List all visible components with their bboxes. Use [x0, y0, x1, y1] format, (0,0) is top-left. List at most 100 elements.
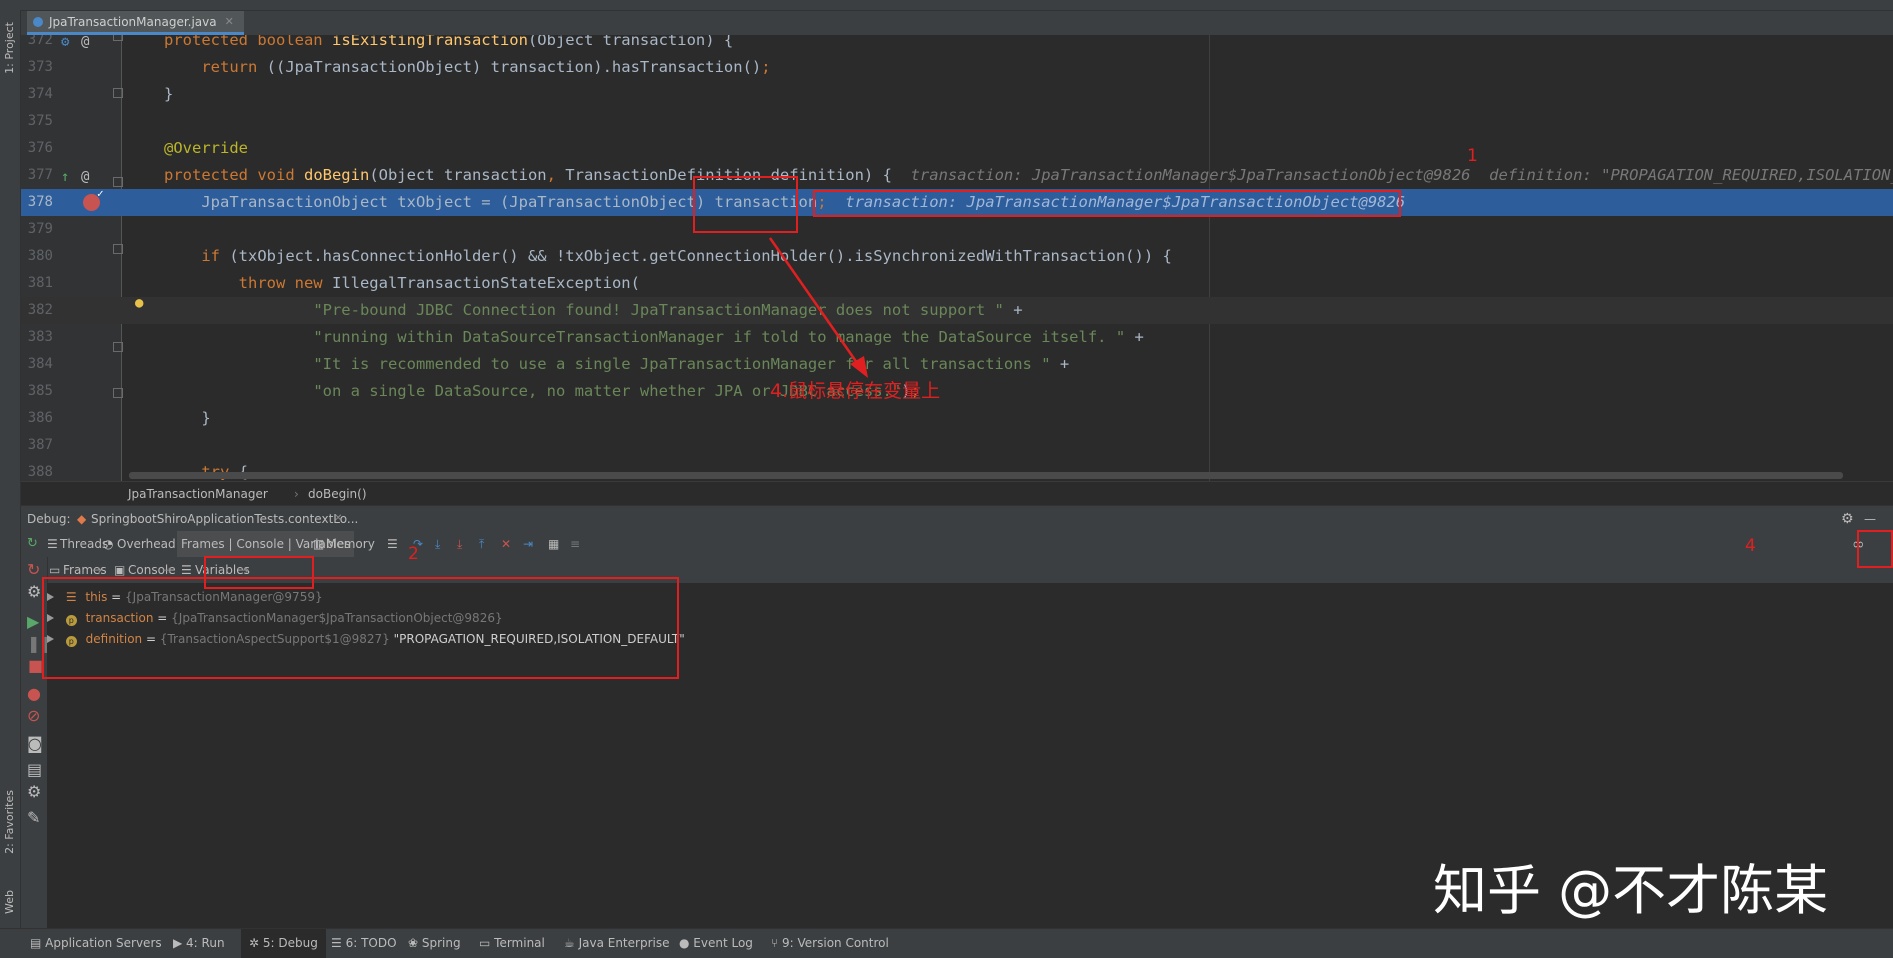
- code-text: "It is recommended to use a single JpaTr…: [313, 355, 1070, 373]
- debug-settings-icon[interactable]: ⚙: [27, 779, 41, 805]
- fold-marker[interactable]: [113, 35, 123, 41]
- tool-tab-java-enterprise[interactable]: ☕ Java Enterprise: [564, 929, 669, 958]
- override-marker-icon-2[interactable]: @: [81, 169, 89, 185]
- editor-tab-jpa-transaction-manager[interactable]: JpaTransactionManager.java ✕: [27, 11, 244, 35]
- horizontal-scrollbar[interactable]: [129, 472, 1843, 479]
- step-into-icon[interactable]: ⤓: [435, 531, 440, 557]
- code-editor[interactable]: 372 protected boolean isExistingTransacti…: [21, 35, 1893, 481]
- intention-bulb-icon[interactable]: ●: [135, 295, 143, 311]
- code-line[interactable]: 384 "It is recommended to use a single J…: [21, 351, 1893, 378]
- code-text: "running within DataSourceTransactionMan…: [313, 328, 1144, 346]
- overrides-up-icon[interactable]: ↑: [61, 169, 69, 185]
- code-line[interactable]: 377 protected void doBegin(Object transac…: [21, 162, 1893, 189]
- line-number: 380: [27, 248, 53, 264]
- tool-tab-icon: ▭: [479, 936, 495, 950]
- mute-breakpoints-icon[interactable]: ⊘: [27, 703, 40, 729]
- project-side-tab[interactable]: 1: Project: [3, 22, 16, 74]
- code-line[interactable]: 385 "on a single DataSource, no matter w…: [21, 378, 1893, 405]
- code-line[interactable]: 375: [21, 108, 1893, 135]
- tool-tab-label: Event Log: [693, 936, 753, 950]
- line-number: 376: [27, 140, 53, 156]
- code-line[interactable]: 383 "running within DataSourceTransactio…: [21, 324, 1893, 351]
- close-tab-icon[interactable]: ✕: [225, 15, 234, 28]
- run-to-cursor-icon[interactable]: ⇥: [523, 531, 533, 557]
- line-number: 381: [27, 275, 53, 291]
- breadcrumb-class[interactable]: JpaTransactionManager: [128, 482, 268, 506]
- tool-tab-9-version-control[interactable]: ⑂ 9: Version Control: [771, 929, 889, 958]
- tool-tab-spring[interactable]: ❀ Spring: [408, 929, 461, 958]
- tool-tab-5-debug[interactable]: ✲ 5: Debug: [241, 929, 326, 958]
- override-marker-icon[interactable]: @: [81, 35, 89, 50]
- tool-tab-event-log[interactable]: ● Event Log: [679, 929, 753, 958]
- trace-icon[interactable]: ≡: [570, 531, 580, 557]
- fold-marker[interactable]: [113, 388, 123, 398]
- fold-marker[interactable]: [113, 244, 123, 254]
- rerun-icon[interactable]: ↻: [27, 531, 38, 557]
- zhihu-watermark: 知乎 @不才陈某: [1433, 859, 1829, 922]
- pin-tab-icon[interactable]: ✎: [27, 805, 40, 831]
- tool-tab-icon: ●: [679, 936, 694, 950]
- breadcrumb-method[interactable]: doBegin(): [308, 482, 367, 506]
- stop-icon[interactable]: ■: [28, 653, 43, 679]
- tool-tab-icon: ✲: [249, 936, 263, 950]
- debug-session-tab[interactable]: SpringbootShiroApplicationTests.contextL…: [91, 506, 358, 532]
- editor-tab-bar: JpaTransactionManager.java ✕: [21, 11, 1893, 36]
- code-line[interactable]: 376 @Override: [21, 135, 1893, 162]
- tool-tab-4-run[interactable]: ▶ 4: Run: [173, 929, 225, 958]
- code-line[interactable]: 380 if (txObject.hasConnectionHolder() &…: [21, 243, 1893, 270]
- breakpoint-check-icon: ✓: [97, 187, 104, 200]
- code-line[interactable]: 374}: [21, 81, 1893, 108]
- drop-frame-icon[interactable]: ✕: [501, 531, 511, 557]
- code-line[interactable]: 382 "Pre-bound JDBC Connection found! Jp…: [21, 297, 1893, 324]
- fold-marker[interactable]: [113, 177, 123, 187]
- settings-gear-icon[interactable]: ⚙: [1841, 506, 1854, 532]
- tool-tab-terminal[interactable]: ▭ Terminal: [479, 929, 545, 958]
- tool-tab-icon: ☰: [331, 936, 346, 950]
- line-number: 385: [27, 383, 53, 399]
- code-text: return ((JpaTransactionObject) transacti…: [201, 58, 771, 76]
- favorites-side-tab[interactable]: 2: Favorites: [3, 790, 16, 854]
- code-line[interactable]: 372 protected boolean isExistingTransacti…: [21, 35, 1893, 54]
- line-number: 372: [27, 35, 53, 48]
- line-number: 377: [27, 167, 53, 183]
- line-number: 383: [27, 329, 53, 345]
- annotation-box-inline-value: [813, 190, 1401, 217]
- code-text: @Override: [164, 139, 248, 157]
- line-number: 382: [27, 302, 53, 318]
- line-number: 373: [27, 59, 53, 75]
- threads-icon: ☰: [47, 537, 58, 551]
- annotation-box-variable: [693, 176, 798, 233]
- overhead-icon: ◔: [103, 537, 114, 551]
- code-line[interactable]: 379: [21, 216, 1893, 243]
- tool-tab-label: 5: Debug: [262, 936, 318, 950]
- settings-icon[interactable]: ⚙: [27, 579, 41, 605]
- tool-tab-6-todo[interactable]: ☰ 6: TODO: [331, 929, 397, 958]
- hide-panel-icon[interactable]: —: [1864, 506, 1876, 532]
- top-toolbar-strip: [0, 0, 1893, 11]
- code-line[interactable]: 373 return ((JpaTransactionObject) trans…: [21, 54, 1893, 81]
- close-session-icon[interactable]: ✕: [334, 506, 342, 532]
- code-line[interactable]: 387: [21, 432, 1893, 459]
- camera-icon[interactable]: ◙: [27, 731, 43, 757]
- annotation-number-2: 2: [408, 544, 419, 564]
- left-tool-stripe: 1: Project 2: Favorites Web: [0, 10, 21, 928]
- fold-marker[interactable]: [113, 342, 123, 352]
- line-number: 388: [27, 464, 53, 480]
- threads-tab[interactable]: Threads: [60, 531, 108, 557]
- code-text: protected boolean isExistingTransaction(…: [164, 35, 734, 49]
- tool-tab-application-servers[interactable]: ▤ Application Servers: [30, 929, 162, 958]
- code-line[interactable]: 381 throw new IllegalTransactionStateExc…: [21, 270, 1893, 297]
- evaluate-expression-icon[interactable]: ▦: [548, 531, 559, 557]
- fold-marker[interactable]: [113, 88, 123, 98]
- layout-icon[interactable]: ☰: [387, 531, 398, 557]
- memory-tab[interactable]: Memory: [326, 531, 375, 557]
- annotation-number-1: 1: [1467, 146, 1478, 166]
- force-step-into-icon[interactable]: ⤓: [457, 531, 462, 557]
- overhead-tab[interactable]: Overhead: [117, 531, 176, 557]
- step-out-icon[interactable]: ⤒: [479, 531, 484, 557]
- tool-tab-label: Terminal: [494, 936, 545, 950]
- web-side-tab[interactable]: Web: [3, 890, 16, 914]
- tool-tab-icon: ▶: [173, 936, 187, 950]
- implements-icon[interactable]: ⚙: [61, 35, 69, 50]
- code-line[interactable]: 386 }: [21, 405, 1893, 432]
